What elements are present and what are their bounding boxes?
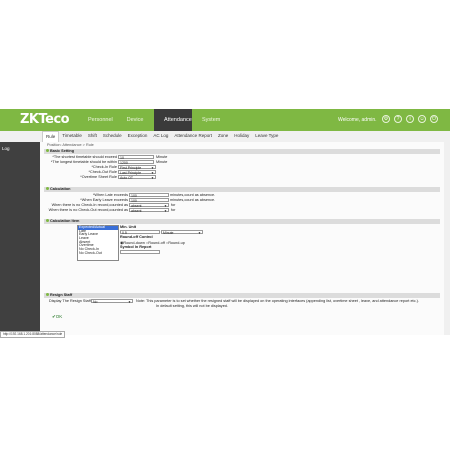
main-content: Position: Attendance > Rule Basic Settin… (40, 142, 444, 335)
min-unit-label: Min. Unit (120, 225, 137, 229)
late-exceeds-input[interactable]: 100 (129, 193, 169, 198)
help-icon[interactable]: ? (394, 115, 402, 123)
tab-timetable[interactable]: Timetable (59, 131, 85, 142)
checkout-rule-select[interactable]: Last Principle ▼ (118, 170, 156, 175)
resign-note-1: Note: This parameter is to set whether t… (136, 299, 419, 303)
resign-note-2: In default setting, this will not be dis… (156, 304, 228, 308)
sub-tabs: Rule Timetable Shift Schedule Exception … (42, 131, 281, 142)
tab-holiday[interactable]: Holiday (231, 131, 252, 142)
nav-device[interactable]: Device (116, 109, 154, 131)
status-bar-url: http://192.168.1.201:8088/attendance/rul… (0, 331, 66, 338)
no-checkin-label: When there is no Check-In record,counted… (51, 203, 128, 207)
calculation-item-list[interactable]: Expected/Actual Late Early Leave Leave A… (77, 225, 119, 261)
main-nav: Personnel Device Attendance System (78, 109, 230, 131)
info-icon[interactable]: i (406, 115, 414, 123)
longest-unit: Minute (156, 160, 168, 164)
logout-icon[interactable]: ⏻ (430, 115, 438, 123)
late-suffix: minutes,count as absence. (170, 193, 216, 197)
display-resign-select[interactable]: No ▼ (91, 299, 133, 304)
min-unit-input[interactable]: 0.5 (120, 230, 160, 235)
section-resign-staff: Resign Staff (44, 293, 440, 298)
display-resign-label: Display The Resign Staff (49, 299, 91, 303)
symbol-in-report-input[interactable] (120, 250, 160, 254)
header-icons: ⚙ ? i ☺ ⏻ (382, 115, 438, 123)
overtime-rule-select[interactable]: Auto OT ▼ (118, 175, 156, 180)
tab-schedule[interactable]: Schedule (100, 131, 125, 142)
gear-icon[interactable]: ⚙ (382, 115, 390, 123)
shortest-timetable-label: *The shortest timetable should exceed (52, 155, 117, 159)
nav-attendance[interactable]: Attendance (154, 109, 192, 131)
chevron-down-icon: ▼ (151, 176, 154, 180)
no-checkout-suffix: for (171, 208, 176, 212)
sidebar-item-log[interactable]: Log (0, 142, 40, 151)
tab-exception[interactable]: Exception (125, 131, 151, 142)
no-checkin-suffix: for (171, 203, 176, 207)
section-basic-setting: Basic Setting (44, 149, 440, 154)
checkin-rule-label: *Check-In Rule (91, 165, 117, 169)
top-header: ZKTeco Personnel Device Attendance Syste… (0, 109, 450, 131)
section-calculation: Calculation (44, 187, 440, 192)
checkout-rule-label: *Check-Out Rule (88, 170, 118, 174)
section-calculation-item: Calculation Item (44, 219, 440, 224)
longest-timetable-label: *The longest timetable should be within (50, 160, 117, 164)
nav-personnel[interactable]: Personnel (78, 109, 116, 131)
no-checkout-label: When there is no Check-Out record,counte… (48, 208, 128, 212)
tab-shift[interactable]: Shift (85, 131, 100, 142)
chevron-down-icon: ▼ (164, 209, 167, 213)
sidebar: Log (0, 142, 40, 335)
no-checkout-select[interactable]: absent ▼ (129, 208, 169, 213)
chevron-down-icon: ▼ (198, 231, 201, 235)
tab-ac-log[interactable]: AC Log (150, 131, 171, 142)
symbol-in-report-label: Symbol In Report (120, 245, 152, 249)
app-window: ZKTeco Personnel Device Attendance Syste… (0, 109, 450, 338)
shortest-timetable-input[interactable]: 10 (118, 155, 154, 160)
overtime-rule-label: *Overtime Sheet Rule (80, 175, 117, 179)
early-leave-input[interactable]: 100 (129, 198, 169, 203)
zkteco-logo: ZKTeco (20, 112, 70, 127)
breadcrumb: Position: Attendance > Rule (47, 143, 94, 147)
min-unit-select[interactable]: Minute ▼ (161, 230, 203, 235)
welcome-text: Welcome, admin. (338, 117, 377, 123)
tab-zone[interactable]: Zone (215, 131, 231, 142)
checkin-rule-select[interactable]: First Principle ▼ (118, 165, 156, 170)
list-item[interactable]: No Check-Out (78, 251, 118, 256)
early-leave-label: *When Early Leave exceeds (80, 198, 128, 202)
shortest-unit: Minute (156, 155, 168, 159)
late-exceeds-label: *When Late exceeds (92, 193, 128, 197)
chevron-down-icon: ▼ (128, 300, 131, 304)
early-suffix: minutes,count as absence. (170, 198, 216, 202)
tab-rule[interactable]: Rule (42, 131, 60, 142)
tab-attendance-report[interactable]: Attendance Report (171, 131, 215, 142)
no-checkin-select[interactable]: absent ▼ (129, 203, 169, 208)
nav-system[interactable]: System (192, 109, 230, 131)
roundoff-control-label: Round-off Control (120, 235, 153, 239)
longest-timetable-input[interactable]: 1200 (118, 160, 154, 165)
ok-button[interactable]: ✔OK (52, 314, 62, 320)
tab-leave-type[interactable]: Leave Type (252, 131, 281, 142)
user-icon[interactable]: ☺ (418, 115, 426, 123)
